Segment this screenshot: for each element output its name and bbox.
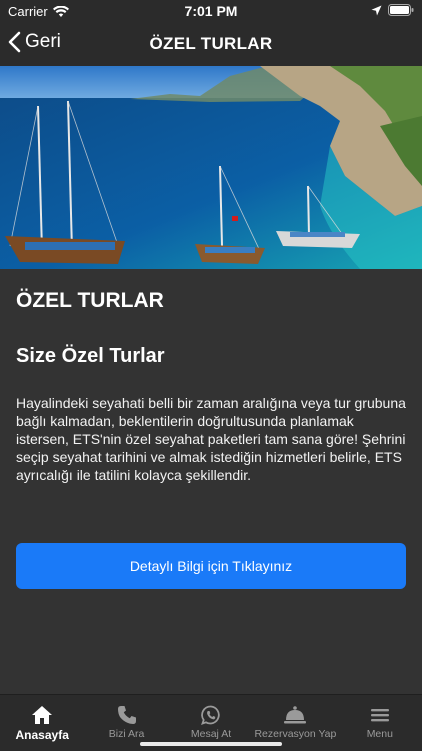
tab-call-label: Bizi Ara — [108, 728, 145, 740]
tab-home-label: Anasayfa — [15, 728, 69, 742]
tab-message-label: Mesaj At — [190, 728, 232, 740]
phone-icon — [117, 706, 136, 724]
bell-icon — [284, 706, 307, 724]
status-right — [371, 4, 414, 16]
home-indicator — [140, 742, 282, 746]
tab-menu-label: Menu — [366, 728, 393, 740]
nav-bar: Geri ÖZEL TURLAR — [0, 22, 422, 66]
location-arrow-icon — [371, 5, 382, 15]
content-area: ÖZEL TURLAR Size Özel Turlar Hayalindeki… — [16, 269, 406, 484]
content-subheading: Size Özel Turlar — [16, 345, 165, 367]
hero-image — [0, 66, 422, 269]
battery-icon — [388, 4, 414, 16]
status-bar: Carrier 7:01 PM — [0, 0, 422, 22]
hamburger-icon — [370, 709, 389, 722]
status-time: 7:01 PM — [184, 3, 238, 19]
content-heading: ÖZEL TURLAR — [16, 289, 164, 312]
tab-home[interactable]: Anasayfa — [0, 695, 84, 751]
details-button[interactable]: Detaylı Bilgi için Tıklayınız — [16, 543, 406, 589]
content-description: Hayalindeki seyahati belli bir zaman ara… — [16, 395, 406, 483]
page-title: ÖZEL TURLAR — [149, 34, 273, 53]
home-icon — [32, 706, 53, 724]
tab-reservation-label: Rezervasyon Yap — [254, 728, 337, 740]
tab-menu[interactable]: Menu — [338, 695, 422, 751]
whatsapp-icon — [201, 705, 220, 725]
